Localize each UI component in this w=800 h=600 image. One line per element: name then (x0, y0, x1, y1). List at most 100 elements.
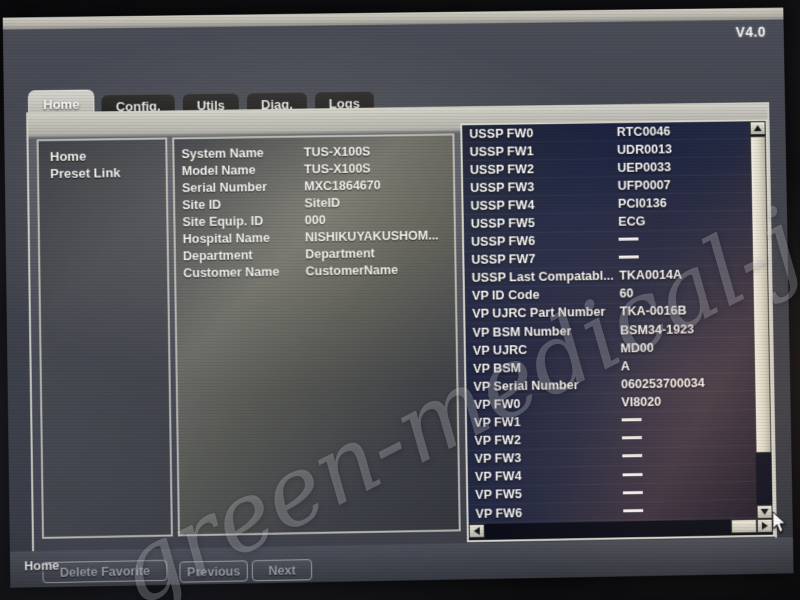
empty-value-dash-icon (622, 454, 643, 458)
horizontal-scrollbar-thumb[interactable] (730, 518, 758, 534)
list-row-key: USSP FW4 (470, 198, 535, 213)
detail-row-key: Model Name (181, 162, 256, 178)
screen-perspective-wrapper: V4.0 Home Config. Utils Diag. Logs Home Prese… (0, 0, 800, 600)
detail-row: Customer Name CustomerName (176, 260, 455, 281)
empty-value-dash-icon (618, 255, 639, 260)
ultrasound-service-screen: V4.0 Home Config. Utils Diag. Logs Home Prese… (2, 7, 794, 588)
list-row-key: VP ID Code (471, 288, 540, 304)
list-row-key: VP FW3 (474, 451, 522, 467)
empty-value-dash-icon (621, 436, 642, 440)
list-row-value: 60 (619, 286, 634, 301)
detail-row-value: MXC1864670 (304, 177, 381, 193)
tab-label: Home (43, 96, 80, 113)
list-row-key: VP FW0 (473, 397, 521, 412)
triangle-left-icon (473, 526, 480, 536)
scroll-right-button[interactable] (756, 518, 773, 533)
empty-value-dash-icon (621, 418, 642, 422)
list-row-value (622, 483, 757, 499)
list-row-key: USSP FW2 (469, 161, 534, 177)
list-row-value (622, 465, 756, 481)
list-row-key: USSP FW1 (469, 143, 534, 159)
list-row-key: VP FW6 (475, 505, 523, 521)
detail-row-key: Department (182, 247, 253, 263)
quit-button[interactable]: QUIT (678, 573, 771, 588)
detail-row-key: Site Equip. ID (182, 213, 264, 229)
triangle-right-icon (761, 521, 768, 530)
list-row-value (621, 411, 756, 427)
detail-row-value: 000 (304, 212, 326, 227)
version-label: V4.0 (735, 23, 767, 40)
list-row-key: USSP FW6 (470, 234, 536, 250)
list-row-key: VP FW5 (475, 487, 522, 503)
list-row-value: UFP0007 (617, 177, 671, 193)
application-window: V4.0 Home Config. Utils Diag. Logs Home Prese… (2, 19, 794, 588)
list-row-key: VP BSM (473, 360, 522, 376)
list-row-value (621, 429, 756, 445)
detail-row-value: NISHIKUYAKUSHOM... (304, 227, 439, 244)
list-row-key: USSP FW7 (471, 252, 536, 268)
list-row-value: VI8020 (621, 394, 662, 410)
list-row-key: VP FW4 (474, 469, 522, 485)
detail-row-value: TUS-X100S (303, 144, 371, 160)
tree-item-home[interactable]: Home (39, 146, 166, 165)
list-row-key: VP Serial Number (473, 377, 579, 394)
list-row-key: USSP Last Compatabl... (471, 269, 614, 286)
list-row-key: VP FW1 (473, 415, 521, 430)
navigation-tree-list: Home Preset Link (39, 139, 166, 182)
list-row-value: TKA-0016B (619, 303, 687, 320)
list-row-value: TKA0014A (619, 267, 682, 283)
next-button[interactable]: Next (251, 559, 313, 582)
detail-row-value: CustomerName (305, 262, 399, 278)
list-row-value: RTC0046 (616, 123, 671, 139)
detail-row-value: TUS-X100S (303, 161, 371, 177)
list-row-value: UDR0013 (616, 141, 673, 157)
system-detail-list: System Name TUS-X100S Model Name TUS-X100S S… (174, 135, 454, 281)
triangle-down-icon (760, 508, 769, 515)
list-row-value: BSM34-1923 (620, 321, 695, 338)
list-row-value (623, 502, 757, 518)
delete-favorite-button[interactable]: Delete Favorite (42, 559, 168, 584)
scroll-left-button[interactable] (468, 523, 485, 539)
detail-row-key: Site ID (182, 197, 222, 212)
detail-row-key: Customer Name (183, 264, 280, 280)
list-row-value (618, 249, 752, 265)
empty-value-dash-icon (622, 472, 643, 476)
list-row-value: ECG (618, 214, 646, 229)
vertical-scrollbar-track[interactable] (755, 452, 773, 505)
tree-item-label: Preset Link (50, 165, 121, 182)
tree-item-label: Home (49, 148, 87, 165)
detail-row-key: System Name (181, 145, 264, 161)
photographed-monitor: V4.0 Home Config. Utils Diag. Logs Home Prese… (0, 0, 800, 600)
list-row-key: VP BSM Number (472, 323, 572, 340)
scroll-down-button[interactable] (756, 504, 773, 519)
empty-value-dash-icon (623, 508, 644, 513)
list-row-key: VP UJRC Part Number (472, 305, 606, 322)
list-row-value: 060253700034 (620, 375, 705, 392)
triangle-up-icon (753, 125, 762, 132)
list-row-value: PCI0136 (617, 196, 667, 211)
list-row-key: USSP FW5 (470, 216, 535, 231)
scroll-up-button[interactable] (749, 121, 766, 136)
list-row-key: USSP FW3 (470, 179, 535, 195)
empty-value-dash-icon (622, 490, 643, 494)
mouse-pointer-icon (772, 511, 789, 533)
list-row-value: MD00 (620, 340, 654, 356)
detail-row-value: Department (305, 245, 375, 261)
tree-item-preset-link[interactable]: Preset Link (39, 164, 166, 183)
status-bar-text: Home (24, 558, 60, 574)
detail-row-value: SiteID (304, 195, 341, 210)
firmware-list-panel[interactable]: USSP FW0 RTC0046 USSP FW1 UDR0013 USSP FW2 UE… (460, 119, 776, 543)
list-row-value (618, 231, 751, 247)
navigation-tree-panel[interactable]: Home Preset Link (36, 137, 173, 539)
list-row-key: USSP FW0 (469, 125, 534, 141)
detail-row-key: Serial Number (181, 179, 268, 195)
list-row-key: VP FW2 (474, 433, 522, 449)
empty-value-dash-icon (618, 237, 639, 242)
system-detail-panel: System Name TUS-X100S Model Name TUS-X100S S… (172, 133, 461, 537)
list-row-value: UEP0033 (617, 159, 672, 175)
list-row-value: A (620, 359, 630, 374)
previous-button[interactable]: Previous (179, 560, 248, 583)
detail-row-key: Hospital Name (182, 230, 270, 246)
list-row-value (622, 447, 756, 463)
list-row-key: VP UJRC (472, 342, 528, 358)
